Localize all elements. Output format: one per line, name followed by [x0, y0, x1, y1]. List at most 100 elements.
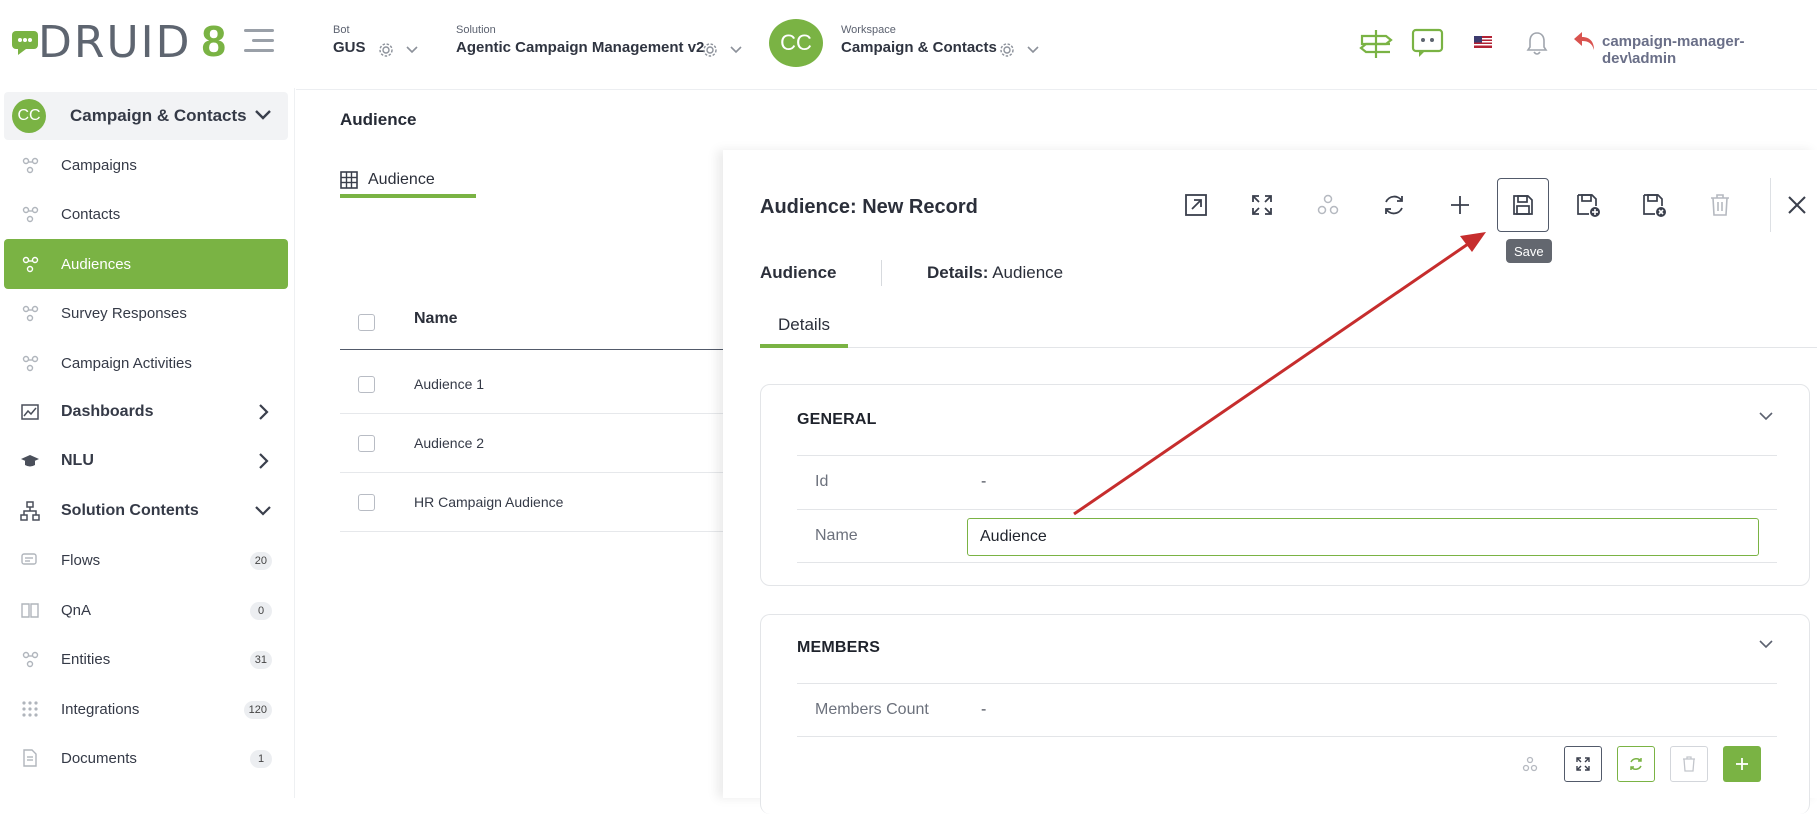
row-name: Audience 2: [414, 435, 485, 451]
sidebar: CC Campaign & Contacts Campaigns Contact…: [0, 88, 296, 798]
members-delete-button[interactable]: [1670, 746, 1708, 782]
sidebar-item-documents[interactable]: Documents 1: [4, 734, 288, 782]
name-input[interactable]: [967, 518, 1759, 556]
sidebar-item-flows[interactable]: Flows 20: [4, 536, 288, 584]
solution-selector[interactable]: Solution Agentic Campaign Management v2: [456, 24, 704, 57]
breadcrumb-separator: [881, 260, 882, 286]
save-button[interactable]: [1497, 178, 1549, 232]
active-tab-indicator: [760, 344, 848, 348]
sidebar-item-entities[interactable]: Entities 31: [4, 635, 288, 683]
select-all-checkbox[interactable]: [358, 314, 375, 331]
sidebar-item-dashboards[interactable]: Dashboards: [4, 388, 288, 436]
gear-icon[interactable]: [702, 42, 718, 58]
tab-details[interactable]: Details: [760, 302, 848, 348]
section-title: GENERAL: [797, 411, 877, 428]
entity-icon: [22, 206, 39, 223]
members-add-button[interactable]: [1723, 746, 1761, 782]
sidebar-item-label: Flows: [61, 551, 101, 569]
refresh-icon: [1630, 758, 1642, 770]
workspace-label: Workspace: [841, 24, 896, 36]
chevron-right-icon: [259, 404, 269, 420]
sidebar-item-label: Documents: [61, 749, 137, 767]
header-divider: [296, 89, 1817, 90]
us-flag-icon[interactable]: [1474, 36, 1492, 48]
grid-dots-icon: [22, 701, 38, 717]
workspace-controls: [999, 42, 1039, 58]
workspace-selector[interactable]: Workspace Campaign & Contacts: [841, 24, 997, 57]
sidebar-item-campaigns[interactable]: Campaigns: [4, 141, 288, 189]
toolbar-separator: [1770, 178, 1771, 232]
members-relations-button[interactable]: [1511, 746, 1549, 782]
sidebar-item-audiences[interactable]: Audiences: [4, 239, 288, 289]
relations-button[interactable]: [1301, 178, 1355, 232]
table-row[interactable]: Audience 1: [340, 356, 726, 414]
user-name[interactable]: campaign-manager-dev\admin: [1602, 33, 1817, 67]
solution-controls: [702, 42, 742, 58]
row-checkbox[interactable]: [358, 435, 375, 452]
sidebar-item-nlu[interactable]: NLU: [4, 437, 288, 485]
audience-list: Audience Name Audience 1 Audience 2 HR C…: [296, 150, 726, 798]
row-name: HR Campaign Audience: [414, 494, 564, 510]
druid-logo[interactable]: DRUID 8: [12, 17, 226, 68]
solution-value: Agentic Campaign Management v2: [456, 39, 705, 56]
breadcrumb-details: Details: Audience: [927, 263, 1063, 283]
chat-bot-icon[interactable]: [1411, 27, 1445, 59]
bot-selector[interactable]: Bot GUS: [333, 24, 366, 57]
chevron-down-icon[interactable]: [1027, 46, 1039, 54]
save-and-new-button[interactable]: [1561, 178, 1615, 232]
back-arrow-icon[interactable]: [1572, 30, 1596, 52]
sidebar-item-label: QnA: [61, 601, 92, 619]
members-count-row: Members Count -: [797, 683, 1777, 737]
sidebar-item-contacts[interactable]: Contacts: [4, 190, 288, 238]
open-new-window-button[interactable]: [1169, 178, 1223, 232]
sidebar-item-label: Campaign Activities: [61, 354, 192, 372]
delete-button[interactable]: [1693, 178, 1747, 232]
document-icon: [23, 749, 37, 767]
active-tab-indicator: [340, 194, 476, 198]
id-field-row: Id -: [797, 455, 1777, 509]
sidebar-item-integrations[interactable]: Integrations 120: [4, 685, 288, 733]
members-expand-button[interactable]: [1564, 746, 1602, 782]
menu-toggle-icon[interactable]: [244, 29, 274, 55]
list-header: Name: [340, 298, 726, 350]
bell-icon[interactable]: [1526, 30, 1548, 56]
refresh-button[interactable]: [1367, 178, 1421, 232]
count-badge: 31: [249, 651, 272, 669]
row-checkbox[interactable]: [358, 376, 375, 393]
sidebar-item-label: Audiences: [61, 255, 132, 273]
top-bar: DRUID 8 Bot GUS Solution Agentic Campaig…: [0, 0, 1817, 88]
chevron-down-icon[interactable]: [1759, 639, 1773, 649]
general-section: GENERAL Id - Name: [760, 384, 1810, 586]
gear-icon[interactable]: [378, 42, 394, 58]
members-refresh-button[interactable]: [1617, 746, 1655, 782]
sidebar-item-solution-contents[interactable]: Solution Contents: [4, 487, 288, 535]
chevron-down-icon[interactable]: [254, 106, 272, 124]
close-panel-button[interactable]: [1777, 178, 1817, 232]
workspace-avatar[interactable]: CC: [769, 19, 823, 67]
gear-icon[interactable]: [999, 42, 1015, 58]
signpost-icon[interactable]: [1358, 28, 1394, 58]
table-row[interactable]: Audience 2: [340, 415, 726, 473]
breadcrumb-entity[interactable]: Audience: [760, 263, 837, 283]
sidebar-workspace-header[interactable]: CC Campaign & Contacts: [4, 92, 288, 140]
save-and-close-button[interactable]: [1627, 178, 1681, 232]
name-field-row: Name: [797, 509, 1777, 563]
sidebar-item-label: Entities: [61, 650, 111, 668]
sidebar-item-label: NLU: [61, 452, 94, 469]
chevron-down-icon[interactable]: [406, 46, 418, 54]
entity-icon: [22, 355, 39, 372]
sidebar-item-survey-responses[interactable]: Survey Responses: [4, 289, 288, 337]
expand-button[interactable]: [1235, 178, 1289, 232]
row-checkbox[interactable]: [358, 494, 375, 511]
sidebar-item-campaign-activities[interactable]: Campaign Activities: [4, 339, 288, 387]
add-record-button[interactable]: [1433, 178, 1487, 232]
table-row[interactable]: HR Campaign Audience: [340, 474, 726, 532]
members-count-value: -: [981, 701, 987, 718]
column-header-name[interactable]: Name: [414, 310, 458, 328]
id-value: -: [981, 473, 987, 490]
count-badge: 120: [243, 701, 272, 719]
chevron-down-icon[interactable]: [730, 46, 742, 54]
chat-bubble-logo-icon: [12, 31, 38, 55]
sidebar-item-qna[interactable]: QnA 0: [4, 586, 288, 634]
chevron-down-icon[interactable]: [1759, 411, 1773, 421]
